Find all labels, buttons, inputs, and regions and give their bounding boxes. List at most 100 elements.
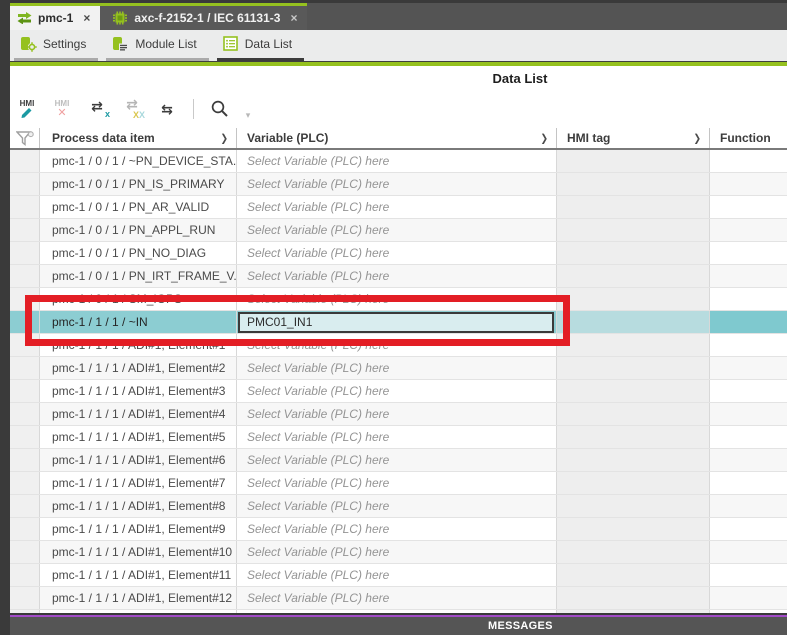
create-hmi-tag-button[interactable]: HMI [14, 95, 40, 123]
function-cell[interactable] [710, 449, 787, 471]
process-data-item-cell[interactable]: pmc-1 / 1 / 1 / ADI#1, Element#8 [40, 495, 237, 517]
function-cell[interactable] [710, 150, 787, 172]
unassign-variable-button[interactable]: ⇄ XX [119, 95, 145, 123]
filter-chevron-icon[interactable]: ❯ [693, 132, 701, 145]
tab-module-list[interactable]: Module List [106, 31, 208, 61]
variable-plc-cell[interactable]: Select Variable (PLC) here [237, 426, 557, 448]
variable-plc-cell[interactable]: Select Variable (PLC) here [237, 495, 557, 517]
table-row[interactable]: pmc-1 / 1 / 1 / ADI#1, Element#5Select V… [10, 426, 787, 449]
variable-plc-cell[interactable]: Select Variable (PLC) here [237, 380, 557, 402]
variable-plc-cell[interactable]: Select Variable (PLC) here [237, 587, 557, 609]
search-button[interactable] [207, 95, 233, 123]
hmi-tag-cell[interactable] [557, 242, 710, 264]
variable-plc-cell[interactable]: Select Variable (PLC) here [237, 196, 557, 218]
toolbar-overflow-button[interactable]: ▾ [242, 95, 254, 123]
function-cell[interactable] [710, 357, 787, 379]
hmi-tag-cell[interactable] [557, 518, 710, 540]
process-data-item-cell[interactable]: pmc-1 / 1 / 1 / ADI#1, Element#4 [40, 403, 237, 425]
hmi-tag-cell[interactable] [557, 265, 710, 287]
column-header-variable-plc[interactable]: Variable (PLC) ❯ [237, 128, 557, 148]
table-row[interactable]: pmc-1 / 1 / 1 / ADI#1, Element#10Select … [10, 541, 787, 564]
tab-axc-f-2152-1[interactable]: axc-f-2152-1 / IEC 61131-3 × [100, 3, 307, 30]
filter-column-header[interactable] [10, 128, 40, 148]
hmi-tag-cell[interactable] [557, 219, 710, 241]
table-row[interactable]: pmc-1 / 0 / 1 / PN_APPL_RUNSelect Variab… [10, 219, 787, 242]
process-data-item-cell[interactable]: pmc-1 / 1 / 1 / ADI#1, Element#12 [40, 587, 237, 609]
hmi-tag-cell[interactable] [557, 541, 710, 563]
assign-variable-button[interactable]: ⇄ x [84, 95, 110, 123]
tab-pmc-1[interactable]: pmc-1 × [5, 3, 100, 30]
function-cell[interactable] [710, 380, 787, 402]
variable-plc-cell[interactable]: Select Variable (PLC) here [237, 242, 557, 264]
function-cell[interactable] [710, 334, 787, 356]
hmi-tag-cell[interactable] [557, 334, 710, 356]
function-cell[interactable] [710, 403, 787, 425]
variable-plc-cell[interactable]: Select Variable (PLC) here [237, 219, 557, 241]
table-row[interactable]: pmc-1 / 1 / 1 / ADI#1, Element#8Select V… [10, 495, 787, 518]
function-cell[interactable] [710, 265, 787, 287]
variable-plc-cell[interactable]: Select Variable (PLC) here [237, 357, 557, 379]
hmi-tag-cell[interactable] [557, 311, 710, 333]
table-row[interactable]: pmc-1 / 1 / 1 / ADI#1, Element#2Select V… [10, 357, 787, 380]
function-cell[interactable] [710, 518, 787, 540]
process-data-item-cell[interactable]: pmc-1 / 0 / 1 / PN_APPL_RUN [40, 219, 237, 241]
hmi-tag-cell[interactable] [557, 357, 710, 379]
filter-chevron-icon[interactable]: ❯ [220, 132, 228, 145]
hmi-tag-cell[interactable] [557, 380, 710, 402]
messages-panel-header[interactable]: MESSAGES [0, 617, 787, 635]
table-row[interactable]: pmc-1 / 0 / 1 / PN_AR_VALIDSelect Variab… [10, 196, 787, 219]
hmi-tag-cell[interactable] [557, 403, 710, 425]
process-data-item-cell[interactable]: pmc-1 / 0 / 1 / PN_IS_PRIMARY [40, 173, 237, 195]
function-cell[interactable] [710, 196, 787, 218]
hmi-tag-cell[interactable] [557, 150, 710, 172]
column-header-function[interactable]: Function [710, 128, 787, 148]
table-row[interactable]: pmc-1 / 1 / 1 / ADI#1, Element#7Select V… [10, 472, 787, 495]
table-row[interactable]: pmc-1 / 1 / 1 / ADI#1, Element#9Select V… [10, 518, 787, 541]
process-data-item-cell[interactable]: pmc-1 / 0 / 1 / ~PN_DEVICE_STA... [40, 150, 237, 172]
function-cell[interactable] [710, 288, 787, 310]
process-data-item-cell[interactable]: pmc-1 / 1 / 1 / ADI#1, Element#3 [40, 380, 237, 402]
hmi-tag-cell[interactable] [557, 472, 710, 494]
function-cell[interactable] [710, 173, 787, 195]
hmi-tag-cell[interactable] [557, 587, 710, 609]
process-data-item-cell[interactable]: pmc-1 / 1 / 1 / ADI#1, Element#7 [40, 472, 237, 494]
process-data-item-cell[interactable]: pmc-1 / 1 / 1 / ADI#1, Element#9 [40, 518, 237, 540]
process-data-item-cell[interactable]: pmc-1 / 1 / 1 / ADI#1, Element#6 [40, 449, 237, 471]
function-cell[interactable] [710, 541, 787, 563]
table-row[interactable]: pmc-1 / 0 / 1 / ~PN_DEVICE_STA...Select … [10, 150, 787, 173]
variable-plc-cell[interactable]: Select Variable (PLC) here [237, 564, 557, 586]
tab-settings[interactable]: Settings [14, 31, 98, 61]
column-header-process-data-item[interactable]: Process data item ❯ [40, 128, 237, 148]
filter-chevron-icon[interactable]: ❯ [540, 132, 548, 145]
variable-plc-cell[interactable]: Select Variable (PLC) here [237, 518, 557, 540]
variable-plc-cell[interactable]: Select Variable (PLC) here [237, 150, 557, 172]
function-cell[interactable] [710, 219, 787, 241]
process-data-item-cell[interactable]: pmc-1 / 1 / 1 / ADI#1, Element#2 [40, 357, 237, 379]
column-header-hmi-tag[interactable]: HMI tag ❯ [557, 128, 710, 148]
variable-plc-cell[interactable]: Select Variable (PLC) here [237, 265, 557, 287]
hmi-tag-cell[interactable] [557, 426, 710, 448]
tab-data-list[interactable]: Data List [217, 31, 304, 61]
variable-plc-cell[interactable]: Select Variable (PLC) here [237, 541, 557, 563]
hmi-tag-cell[interactable] [557, 564, 710, 586]
process-data-item-cell[interactable]: pmc-1 / 0 / 1 / PN_NO_DIAG [40, 242, 237, 264]
table-row[interactable]: pmc-1 / 0 / 1 / PN_IS_PRIMARYSelect Vari… [10, 173, 787, 196]
process-data-item-cell[interactable]: pmc-1 / 0 / 1 / PN_AR_VALID [40, 196, 237, 218]
table-row[interactable]: pmc-1 / 1 / 1 / ADI#1, Element#12Select … [10, 587, 787, 610]
close-icon[interactable]: × [83, 11, 90, 25]
process-data-item-cell[interactable]: pmc-1 / 1 / 1 / ADI#1, Element#11 [40, 564, 237, 586]
close-icon[interactable]: × [290, 11, 297, 25]
hmi-tag-cell[interactable] [557, 288, 710, 310]
variable-plc-cell[interactable]: Select Variable (PLC) here [237, 472, 557, 494]
table-row[interactable]: pmc-1 / 1 / 1 / ADI#1, Element#6Select V… [10, 449, 787, 472]
function-cell[interactable] [710, 587, 787, 609]
table-row[interactable]: pmc-1 / 1 / 1 / ADI#1, Element#11Select … [10, 564, 787, 587]
hmi-tag-cell[interactable] [557, 173, 710, 195]
function-cell[interactable] [710, 426, 787, 448]
process-data-item-cell[interactable]: pmc-1 / 1 / 1 / ADI#1, Element#5 [40, 426, 237, 448]
variable-plc-cell[interactable]: Select Variable (PLC) here [237, 173, 557, 195]
process-data-item-cell[interactable]: pmc-1 / 0 / 1 / PN_IRT_FRAME_V... [40, 265, 237, 287]
function-cell[interactable] [710, 311, 787, 333]
table-row[interactable]: pmc-1 / 0 / 1 / PN_NO_DIAGSelect Variabl… [10, 242, 787, 265]
table-row[interactable]: pmc-1 / 1 / 1 / ADI#1, Element#3Select V… [10, 380, 787, 403]
